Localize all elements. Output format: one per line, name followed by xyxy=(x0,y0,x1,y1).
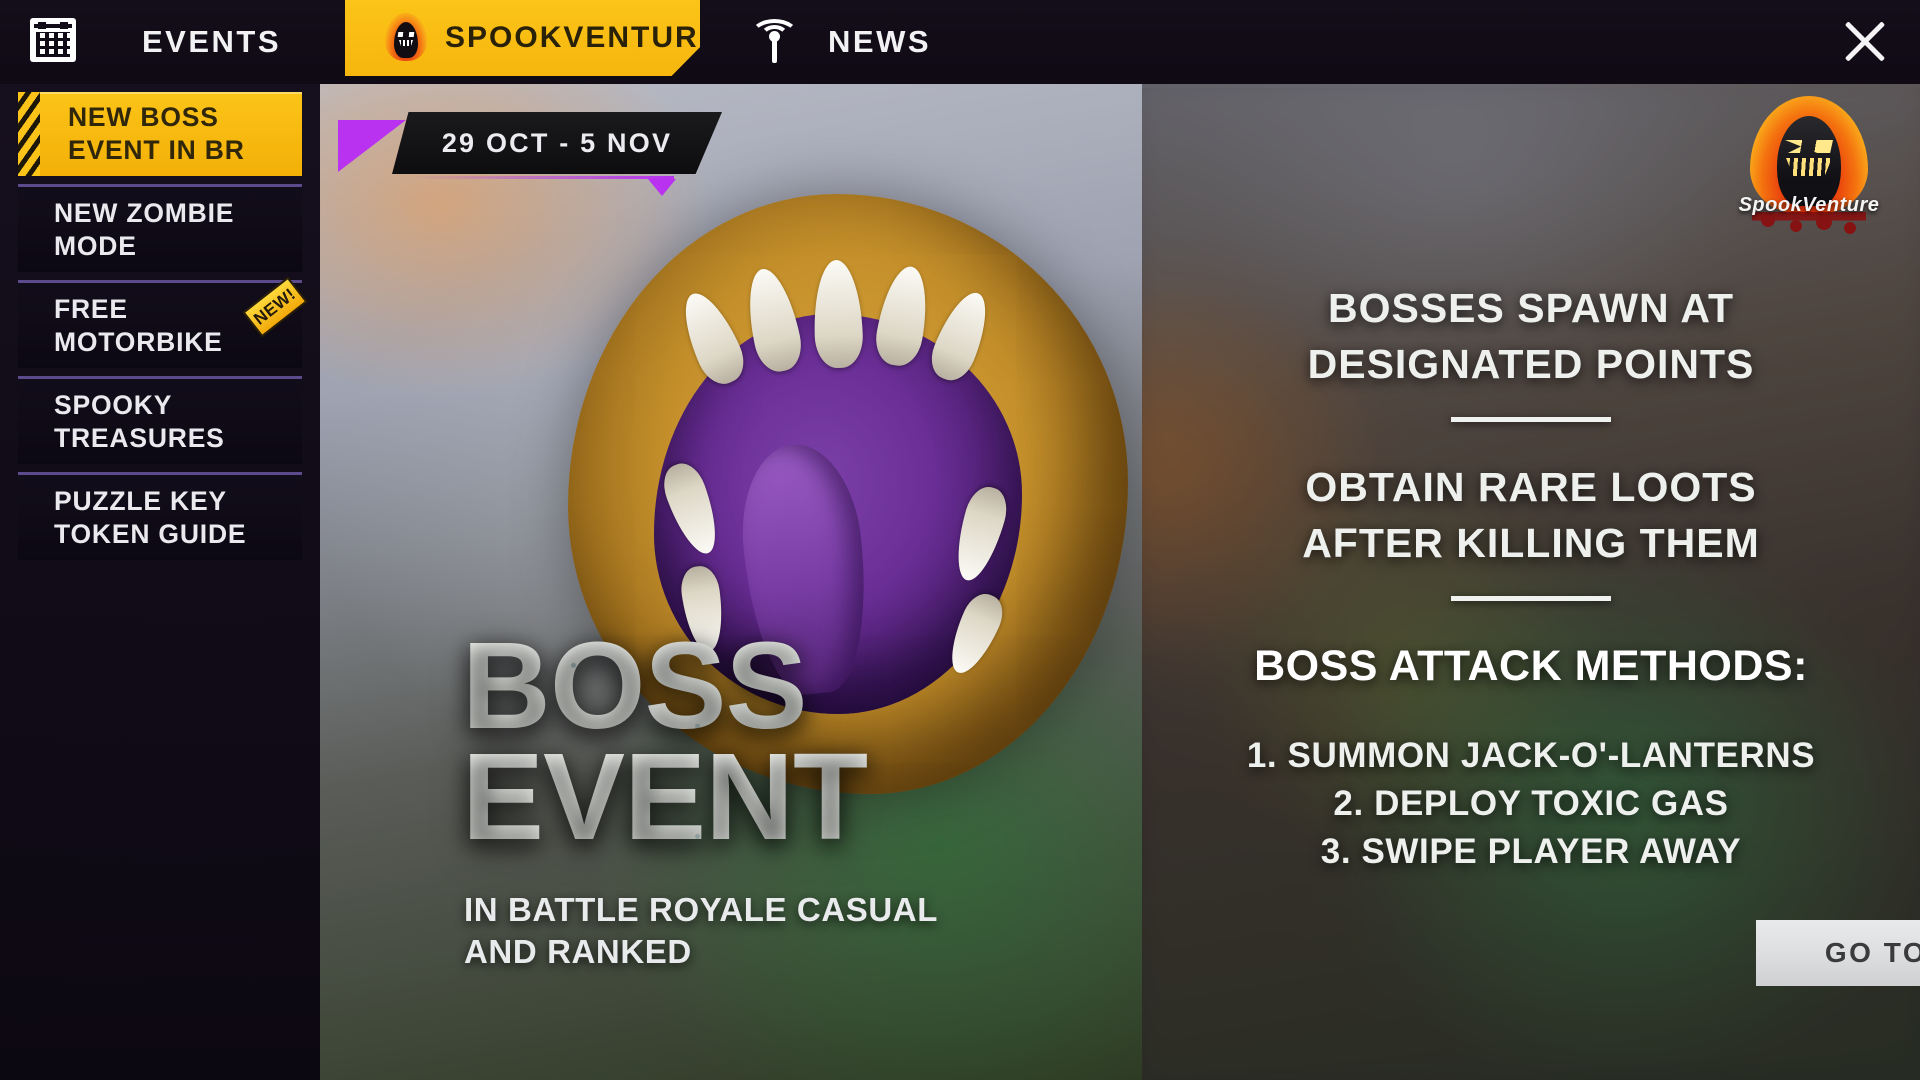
sidebar-item-label: PUZZLE KEY TOKEN GUIDE xyxy=(54,485,247,549)
event-panel-screen: EVENTS SPOOKVENTURE NEWS NEW BOSS EVENT … xyxy=(0,0,1920,1080)
go-to-button[interactable]: GO TO xyxy=(1756,920,1920,986)
boss-attack-methods-list: 1. SUMMON JACK-O'-LANTERNS 2. DEPLOY TOX… xyxy=(1142,732,1920,876)
info-headline-1-line2: DESIGNATED POINTS xyxy=(1307,341,1755,387)
info-headline-2-line1: OBTAIN RARE LOOTS xyxy=(1305,464,1757,510)
event-detail-panel: 29 OCT - 5 NOV BOSS EVENT IN BATTLE ROYA… xyxy=(320,84,1920,1080)
sidebar-item-free-motorbike[interactable]: FREE MOTORBIKE NEW! xyxy=(18,276,308,368)
sidebar-item-label: SPOOKY TREASURES xyxy=(54,389,225,453)
sidebar-item-label: NEW ZOMBIE MODE xyxy=(54,197,235,261)
event-poster-artwork: 29 OCT - 5 NOV BOSS EVENT IN BATTLE ROYA… xyxy=(320,84,1142,1080)
tab-news[interactable]: NEWS xyxy=(722,0,957,84)
list-item: 1. SUMMON JACK-O'-LANTERNS xyxy=(1246,736,1816,775)
top-navigation-bar: EVENTS SPOOKVENTURE NEWS xyxy=(0,0,1920,84)
tab-spookventure[interactable]: SPOOKVENTURE xyxy=(345,0,700,76)
close-icon[interactable] xyxy=(1832,8,1898,74)
poster-title-line1: BOSS xyxy=(462,625,1082,748)
event-sidebar: NEW BOSS EVENT IN BR NEW ZOMBIE MODE FRE… xyxy=(0,84,320,1080)
info-divider-2 xyxy=(1451,596,1611,601)
calendar-icon xyxy=(22,10,84,70)
sidebar-item-new-boss-event[interactable]: NEW BOSS EVENT IN BR xyxy=(18,92,302,176)
info-headline-2-line2: AFTER KILLING THEM xyxy=(1302,520,1760,566)
date-banner: 29 OCT - 5 NOV xyxy=(392,112,722,174)
date-range-label: 29 OCT - 5 NOV xyxy=(441,127,673,158)
info-divider-1 xyxy=(1451,417,1611,422)
info-headline-1-line1: BOSSES SPAWN AT xyxy=(1327,285,1735,331)
sidebar-item-spooky-treasures[interactable]: SPOOKY TREASURES xyxy=(18,376,302,464)
sidebar-item-new-zombie-mode[interactable]: NEW ZOMBIE MODE xyxy=(18,184,302,272)
boss-attack-methods-title: BOSS ATTACK METHODS: xyxy=(1254,642,1808,690)
tab-spookventure-label: SPOOKVENTURE xyxy=(445,21,721,54)
date-banner-rule xyxy=(412,176,674,179)
date-banner-marker xyxy=(648,179,676,196)
list-item: 2. DEPLOY TOXIC GAS xyxy=(1333,784,1729,823)
poster-subtitle: IN BATTLE ROYALE CASUAL AND RANKED xyxy=(464,889,1024,973)
poster-title-line2: EVENT xyxy=(462,736,1082,859)
hazard-stripe xyxy=(18,92,40,176)
spookventure-logo: SpookVenture xyxy=(1736,92,1882,246)
list-item: 3. SWIPE PLAYER AWAY xyxy=(1320,832,1742,871)
go-to-button-label: GO TO xyxy=(1824,937,1920,968)
flaming-reaper-icon xyxy=(383,13,429,63)
tab-events[interactable]: EVENTS xyxy=(112,0,311,84)
info-headline-2: OBTAIN RARE LOOTS AFTER KILLING THEM xyxy=(1142,459,1920,571)
poster-subtitle-line1: IN BATTLE ROYALE CASUAL xyxy=(464,891,938,928)
sidebar-item-puzzle-key-token-guide[interactable]: PUZZLE KEY TOKEN GUIDE xyxy=(18,472,302,560)
sidebar-item-label: NEW BOSS EVENT IN BR xyxy=(68,102,245,165)
broadcast-icon xyxy=(748,19,800,65)
tab-news-label: NEWS xyxy=(828,24,931,59)
poster-title: BOSS EVENT xyxy=(462,625,1082,859)
info-headline-1: BOSSES SPAWN AT DESIGNATED POINTS xyxy=(1142,280,1920,392)
event-info-panel: SpookVenture BOSSES SPAWN AT DESIGNATED … xyxy=(1142,84,1920,1080)
poster-subtitle-line2: AND RANKED xyxy=(464,933,692,970)
spookventure-logo-text: SpookVenture xyxy=(1738,194,1880,216)
tab-events-label: EVENTS xyxy=(142,24,282,59)
